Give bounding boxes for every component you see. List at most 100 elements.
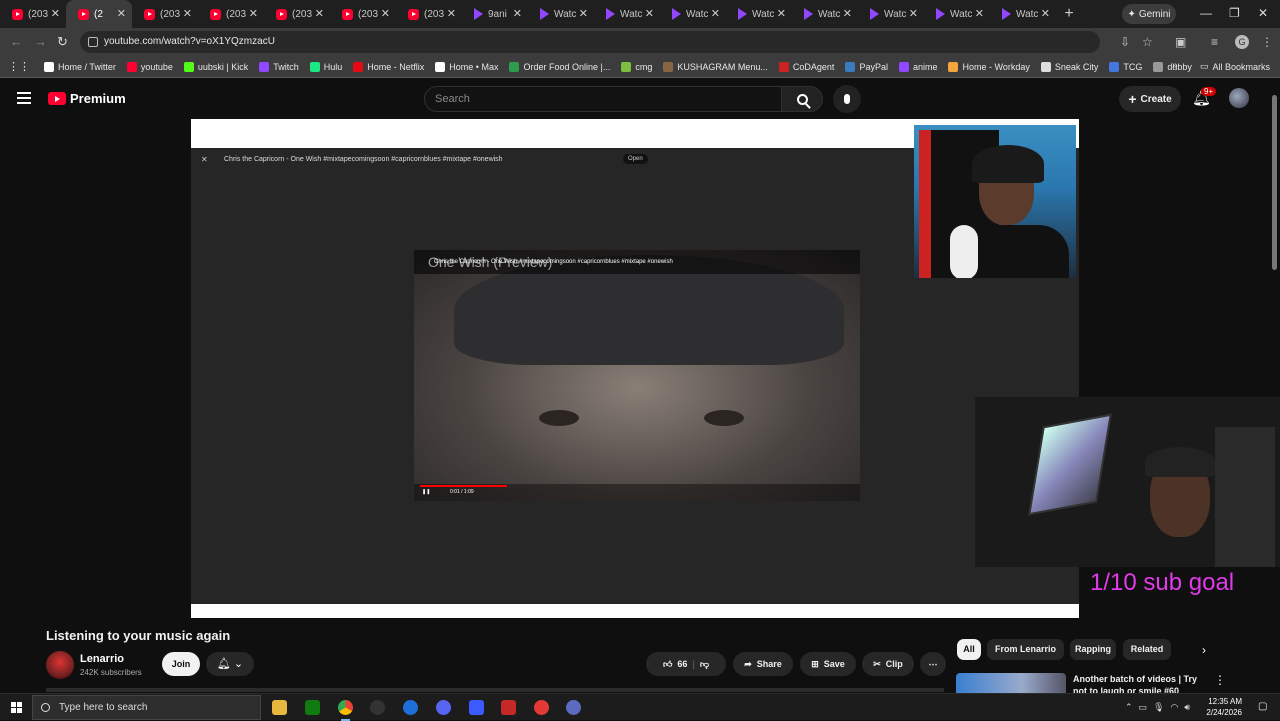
close-tab-icon[interactable]: ✕	[909, 7, 918, 20]
chevron-up-icon[interactable]: ⌃	[1125, 702, 1133, 713]
address-bar[interactable]: youtube.com/watch?v=oX1YQzmzacU ⇩ ☆	[80, 31, 1153, 53]
close-tab-icon[interactable]: ✕	[249, 7, 258, 20]
site-info-icon[interactable]	[88, 37, 98, 47]
account-avatar[interactable]	[1229, 88, 1249, 108]
browser-tab[interactable]: (203 ✕	[198, 0, 264, 28]
chip-all[interactable]: All	[957, 639, 981, 660]
taskbar-clock[interactable]: 12:35 AM 2/24/2026	[1200, 696, 1242, 718]
bookmark-item[interactable]: KUSHAGRAM Menu...	[663, 61, 768, 72]
reload-icon[interactable]: ↻	[57, 34, 68, 50]
close-tab-icon[interactable]: ✕	[1041, 7, 1050, 20]
all-bookmarks-button[interactable]: ▭ All Bookmarks	[1200, 61, 1270, 72]
bookmark-item[interactable]: TCG	[1109, 61, 1142, 72]
media-player-icon[interactable]	[534, 700, 549, 715]
share-button[interactable]: ➦ Share	[733, 652, 793, 676]
hamburger-menu-icon[interactable]	[17, 92, 31, 104]
bookmark-item[interactable]: youtube	[126, 61, 173, 72]
close-tab-icon[interactable]: ✕	[975, 7, 984, 20]
recommended-title[interactable]: Another batch of videos | Try not to lau…	[1073, 673, 1203, 693]
subscribed-bell-button[interactable]: 🔔︎ ⌄	[206, 652, 254, 676]
network-icon[interactable]: ▭	[1139, 702, 1148, 713]
chip-rapping[interactable]: Rapping	[1070, 639, 1116, 660]
bookmark-item[interactable]: Hulu	[309, 61, 342, 72]
search-input[interactable]: Search	[424, 86, 782, 112]
like-button[interactable]: 👍︎ 66	[663, 659, 687, 670]
bookmark-item[interactable]: Home • Max	[435, 61, 498, 72]
tab-search-icon[interactable]: ▣	[1175, 35, 1186, 49]
scrollbar-thumb[interactable]	[1272, 95, 1277, 270]
menu-kebab-icon[interactable]: ⋮	[1261, 35, 1273, 49]
close-window-icon[interactable]: ✕	[1258, 6, 1268, 20]
profile-icon[interactable]: G	[1235, 35, 1249, 49]
bookmark-item[interactable]: PayPal	[845, 61, 888, 72]
bookmark-item[interactable]: cmg	[621, 61, 652, 72]
channel-name[interactable]: Lenarrio	[80, 653, 124, 665]
save-button[interactable]: ⊞ Save	[800, 652, 856, 676]
system-tray[interactable]: ⌃ ▭ 🎙︎ ◠ 🔊︎	[1125, 702, 1190, 713]
bookmark-item[interactable]: uubski | Kick	[183, 61, 248, 72]
chrome-icon[interactable]	[338, 700, 353, 721]
notification-center-icon[interactable]: ▢	[1258, 701, 1267, 712]
thumbs-down-icon[interactable]: 👎︎	[700, 659, 709, 670]
close-tab-icon[interactable]: ✕	[645, 7, 654, 20]
volume-icon[interactable]: 🔊︎	[1184, 702, 1190, 713]
page-scrollbar[interactable]	[1271, 80, 1279, 690]
bookmark-star-icon[interactable]: ☆	[1142, 31, 1153, 53]
browser-tab[interactable]: Watc ✕	[792, 0, 858, 28]
browser-tab[interactable]: (203 ✕	[330, 0, 396, 28]
browser-tab[interactable]: (203 ✕	[396, 0, 462, 28]
close-tab-icon[interactable]: ✕	[183, 7, 192, 20]
more-actions-button[interactable]: ⋯	[920, 652, 946, 676]
join-button[interactable]: Join	[162, 652, 200, 676]
bookmark-item[interactable]: Twitch	[259, 61, 299, 72]
close-tab-icon[interactable]: ✕	[579, 7, 588, 20]
close-tab-icon[interactable]: ✕	[381, 7, 390, 20]
bookmark-item[interactable]: Home / Twitter	[44, 61, 116, 72]
browser-tab[interactable]: Watc ✕	[660, 0, 726, 28]
close-tab-icon[interactable]: ✕	[777, 7, 786, 20]
browser-tab[interactable]: 9ani ✕	[462, 0, 528, 28]
voice-search-icon[interactable]	[833, 85, 861, 113]
browser-tab[interactable]: Watc ✕	[990, 0, 1056, 28]
close-tab-icon[interactable]: ✕	[117, 7, 126, 20]
close-tab-icon[interactable]: ✕	[447, 7, 456, 20]
close-tab-icon[interactable]: ✕	[843, 7, 852, 20]
recommended-thumbnail[interactable]	[956, 673, 1066, 693]
chip-from-channel[interactable]: From Lenarrio	[987, 639, 1064, 660]
close-tab-icon[interactable]: ✕	[315, 7, 324, 20]
bookmark-item[interactable]: Sneak City	[1040, 61, 1098, 72]
bookmark-item[interactable]: anime	[898, 61, 937, 72]
channel-avatar[interactable]	[46, 651, 74, 679]
bookmark-item[interactable]: Order Food Online |...	[509, 61, 610, 72]
close-tab-icon[interactable]: ✕	[513, 7, 522, 20]
wifi-icon[interactable]: ◠	[1171, 702, 1179, 713]
browser-tab[interactable]: Watc ✕	[594, 0, 660, 28]
youtube-logo[interactable]: Premium	[48, 91, 126, 106]
browser-tab[interactable]: (203 ✕	[264, 0, 330, 28]
minimize-icon[interactable]: —	[1200, 6, 1212, 20]
back-icon[interactable]: ←	[10, 34, 23, 49]
windows-start-icon[interactable]	[11, 702, 22, 713]
browser-tab[interactable]: (203 ✕	[132, 0, 198, 28]
chip-related[interactable]: Related	[1123, 639, 1171, 660]
browser-tab[interactable]: Watc ✕	[528, 0, 594, 28]
apps-icon[interactable]: ⋮⋮	[8, 60, 30, 73]
gamepad-icon[interactable]	[469, 700, 484, 715]
red-app-icon[interactable]	[501, 700, 516, 715]
obs-icon[interactable]	[370, 700, 385, 715]
bookmark-item[interactable]: Home - Workday	[948, 61, 1030, 72]
browser-tab[interactable]: Watc ✕	[924, 0, 990, 28]
forward-icon[interactable]: →	[34, 34, 47, 49]
discord-icon[interactable]	[436, 700, 451, 715]
close-tab-icon[interactable]: ✕	[711, 7, 720, 20]
microphone-icon[interactable]: 🎙︎	[1153, 702, 1164, 713]
create-button[interactable]: + Create	[1119, 86, 1181, 112]
recommended-more-icon[interactable]: ⋮	[1214, 673, 1226, 687]
new-tab-button[interactable]: +	[1056, 5, 1082, 23]
taskbar-search-input[interactable]: Type here to search	[32, 695, 261, 720]
xbox-icon[interactable]	[305, 700, 320, 715]
horizontal-scrollbar[interactable]	[46, 688, 944, 692]
clip-button[interactable]: ✂ Clip	[862, 652, 914, 676]
search-button[interactable]	[781, 86, 823, 112]
close-tab-icon[interactable]: ✕	[51, 7, 60, 20]
